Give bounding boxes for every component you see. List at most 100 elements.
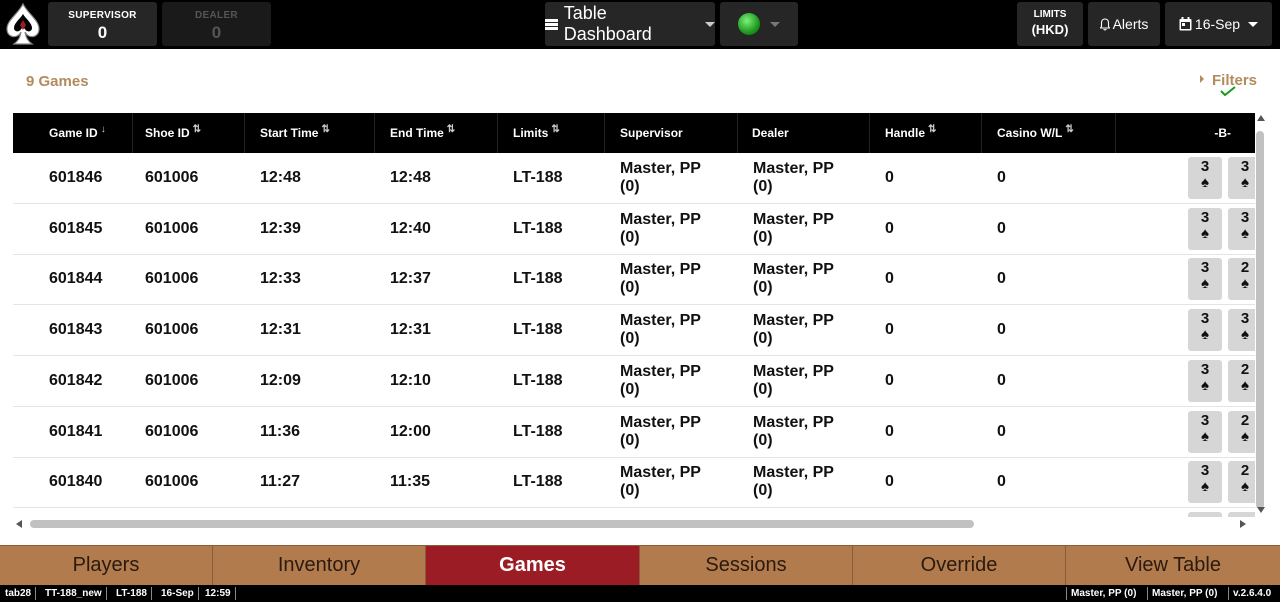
cell-game-id: 601840 <box>49 473 103 491</box>
table-header: Game ID ↓ Shoe ID ⇅ Start Time ⇅ End Time ⇅ … <box>13 113 1255 153</box>
table-row[interactable]: 601844 601006 12:33 12:37 LT-188 0 0 Master, PP… <box>13 254 1255 306</box>
supervisor-count: (0) <box>620 482 640 500</box>
horizontal-scrollbar[interactable] <box>13 518 1255 530</box>
playing-card[interactable]: 3 ♠ <box>1228 157 1255 199</box>
filters-toggle[interactable]: Filters <box>1200 72 1257 96</box>
card-rank: 3 <box>1240 208 1250 226</box>
table-dashboard-dropdown[interactable]: Table Dashboard <box>545 2 715 46</box>
column-header-banker[interactable]: -B- <box>1116 113 1255 153</box>
horizontal-scroll-thumb[interactable] <box>30 520 974 528</box>
cell-handle: 0 <box>885 169 894 186</box>
cell-supervisor: Master, PP (0) <box>620 407 701 457</box>
scroll-up-arrow-icon[interactable] <box>1257 115 1265 121</box>
cell-game-id: 601844 <box>49 270 103 288</box>
date-dropdown[interactable]: 16-Sep <box>1165 2 1272 46</box>
column-header-shoe-id[interactable]: Shoe ID ⇅ <box>133 113 245 153</box>
table-row[interactable]: 601842 601006 12:09 12:10 LT-188 0 0 Master, PP… <box>13 356 1255 407</box>
playing-card[interactable]: 2 ♠ <box>1228 359 1255 402</box>
supervisor-counter[interactable]: SUPERVISOR 0 <box>48 2 157 46</box>
column-header-end-time[interactable]: End Time ⇅ <box>375 113 498 153</box>
dealer-count: (0) <box>753 330 773 348</box>
vertical-scroll-thumb[interactable] <box>1256 131 1264 509</box>
cell-handle: 0 <box>885 219 894 237</box>
scroll-left-arrow-icon[interactable] <box>16 520 22 528</box>
table-row[interactable]: 601841 601006 11:36 12:00 LT-188 0 0 Master, PP… <box>13 407 1255 458</box>
supervisor-name: Master, PP <box>620 464 701 482</box>
column-header-casino-wl[interactable]: Casino W/L ⇅ <box>982 113 1116 153</box>
dealer-counter[interactable]: DEALER 0 <box>162 2 271 46</box>
spade-suit-icon: ♠ <box>1201 427 1209 445</box>
spade-suit-icon: ♠ <box>1241 326 1249 344</box>
playing-card[interactable]: 2 ♠ <box>1228 410 1255 453</box>
scroll-down-arrow-icon[interactable] <box>1257 507 1265 513</box>
spade-suit-icon: ♠ <box>1241 275 1249 293</box>
column-label: Limits <box>513 126 549 140</box>
column-label: Start Time <box>260 126 319 140</box>
column-header-handle[interactable]: Handle ⇅ <box>870 113 982 153</box>
status-date: 16-Sep <box>157 587 199 600</box>
table-row[interactable]: 601845 601006 12:39 12:40 LT-188 0 0 Master, PP… <box>13 204 1255 255</box>
playing-card[interactable]: 3 ♠ <box>1188 157 1222 199</box>
sort-icon: ⇅ <box>192 123 202 135</box>
table-row[interactable]: 601843 601006 12:31 12:31 LT-188 0 0 Master, PP… <box>13 305 1255 357</box>
cell-start: 12:09 <box>260 371 301 389</box>
table-row[interactable]: 601846 601006 12:48 12:48 LT-188 0 0 Master, PP… <box>13 153 1255 204</box>
card-rank: 3 <box>1200 208 1210 226</box>
cell-start: 11:36 <box>260 422 301 440</box>
limits-button[interactable]: LIMITS (HKD) <box>1017 2 1083 46</box>
cell-shoe-id: 601006 <box>145 321 199 339</box>
cell-game-id: 601841 <box>49 422 103 440</box>
dealer-counter-label: DEALER <box>195 10 238 21</box>
cell-end: 12:40 <box>390 219 431 237</box>
tab-players[interactable]: Players <box>0 546 213 585</box>
playing-card[interactable]: 3 ♠ <box>1188 461 1222 504</box>
playing-card[interactable]: 3 ♠ <box>1188 410 1222 453</box>
spade-suit-icon: ♠ <box>1201 326 1209 344</box>
games-table: Game ID ↓ Shoe ID ⇅ Start Time ⇅ End Time ⇅ … <box>13 113 1255 517</box>
chevron-right-icon <box>1200 75 1204 83</box>
card-rank: 3 <box>1240 310 1250 328</box>
playing-card[interactable]: 2 ♠ <box>1228 258 1255 301</box>
column-header-limits[interactable]: Limits ⇅ <box>498 113 605 153</box>
column-header-dealer[interactable]: Dealer <box>738 113 870 153</box>
playing-card[interactable]: 2 ♠ <box>1228 461 1255 504</box>
dealer-name: Master, PP <box>753 210 834 228</box>
dealer-count: (0) <box>753 431 773 449</box>
column-header-start-time[interactable]: Start Time ⇅ <box>245 113 375 153</box>
status-dropdown[interactable] <box>720 2 798 46</box>
cell-dealer: Master, PP (0) <box>753 254 834 304</box>
chevron-down-icon <box>770 21 780 27</box>
limits-currency: (HKD) <box>1031 22 1069 37</box>
cell-end: 12:10 <box>390 371 431 389</box>
supervisor-count: (0) <box>620 330 640 348</box>
playing-card[interactable]: 3 ♠ <box>1188 207 1222 250</box>
column-header-game-id[interactable]: Game ID ↓ <box>13 113 133 153</box>
vertical-scrollbar[interactable] <box>1256 113 1267 517</box>
tab-games[interactable]: Games <box>426 546 640 585</box>
tab-view-table[interactable]: View Table <box>1066 546 1280 585</box>
playing-card[interactable]: 3 ♠ <box>1228 207 1255 250</box>
playing-card[interactable]: 3 ♠ <box>1228 309 1255 352</box>
tab-override[interactable]: Override <box>853 546 1066 585</box>
cell-supervisor: Master, PP (0) <box>620 305 701 355</box>
tab-sessions[interactable]: Sessions <box>640 546 853 585</box>
playing-card[interactable]: 3 ♠ <box>1188 359 1222 402</box>
tab-inventory[interactable]: Inventory <box>213 546 426 585</box>
column-label: Game ID <box>49 126 98 140</box>
status-indicator-icon <box>738 13 760 35</box>
supervisor-name: Master, PP <box>620 413 701 431</box>
cell-start: 11:27 <box>260 473 301 491</box>
dealer-name: Master, PP <box>753 464 834 482</box>
playing-card[interactable]: 3 ♠ <box>1188 258 1222 301</box>
column-header-supervisor[interactable]: Supervisor <box>605 113 738 153</box>
table-row[interactable]: 601840 601006 11:27 11:35 LT-188 0 0 Master, PP… <box>13 457 1255 509</box>
scroll-right-arrow-icon[interactable] <box>1240 520 1246 528</box>
dealer-count: (0) <box>753 279 773 297</box>
dealer-count: (0) <box>753 178 773 195</box>
cell-limits: LT-188 <box>513 371 563 389</box>
dealer-name: Master, PP <box>753 413 834 431</box>
cell-limits: LT-188 <box>513 321 563 339</box>
playing-card[interactable]: 3 ♠ <box>1188 309 1222 352</box>
alerts-button[interactable]: Alerts <box>1088 2 1160 46</box>
column-label: Dealer <box>752 126 789 140</box>
